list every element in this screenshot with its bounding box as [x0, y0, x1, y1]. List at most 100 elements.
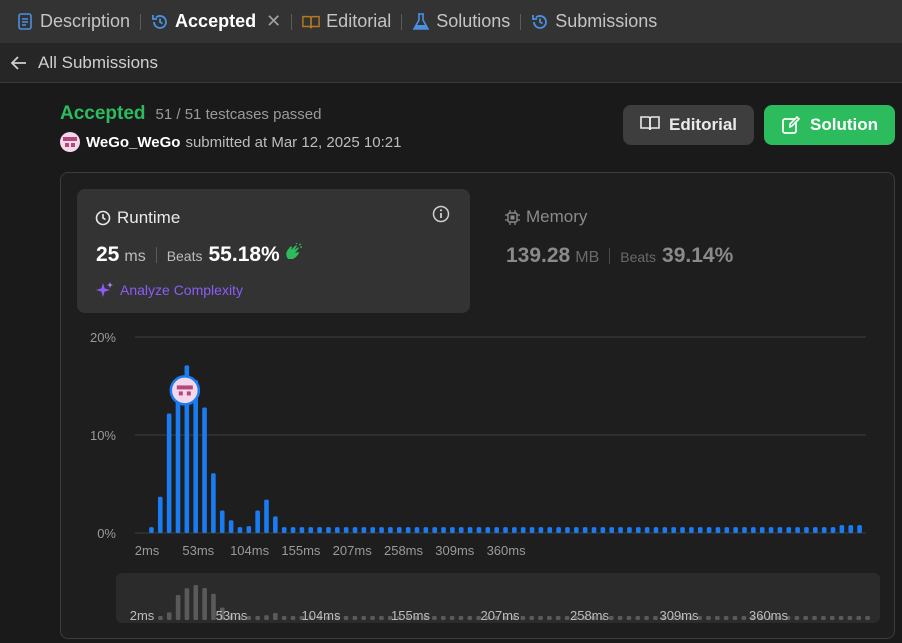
testcases-passed: 51 / 51 testcases passed	[155, 106, 322, 123]
bar	[777, 527, 783, 533]
history-icon	[531, 13, 549, 31]
bar	[680, 527, 685, 533]
tab-bar: Description Accepted ✕ Editorial Solutio…	[0, 0, 902, 43]
bar	[512, 527, 517, 533]
bar	[485, 527, 491, 533]
bar	[574, 527, 579, 533]
bar	[361, 527, 367, 533]
mini-bar	[723, 616, 729, 620]
mini-bar	[370, 616, 375, 620]
bar	[627, 527, 632, 533]
bar	[370, 527, 376, 533]
bar	[414, 527, 420, 533]
tab-label: Accepted	[175, 11, 257, 31]
edit-icon	[781, 115, 801, 135]
tab-editorial[interactable]: Editorial	[296, 0, 397, 43]
mini-bar	[343, 616, 349, 620]
bar	[830, 527, 836, 533]
history-icon	[151, 13, 169, 31]
bar	[317, 527, 322, 533]
bar	[255, 510, 260, 533]
back-row[interactable]: All Submissions	[0, 43, 902, 83]
bar	[786, 527, 792, 533]
marker-circle	[169, 375, 201, 406]
mini-distribution-chart[interactable]: 2ms 53ms 104ms 155ms 207ms 258ms 309ms 360ms	[116, 573, 880, 623]
bar	[653, 527, 659, 533]
bar	[246, 526, 252, 533]
tab-submissions[interactable]: Submissions	[525, 0, 663, 43]
bar	[839, 525, 845, 533]
mini-bar	[158, 616, 163, 620]
mini-bar	[706, 616, 711, 620]
solution-button[interactable]: Solution	[764, 105, 895, 145]
mini-bar	[440, 616, 446, 620]
x-tick-label: 155ms	[281, 543, 321, 558]
bar	[264, 499, 269, 533]
mini-bar	[547, 616, 552, 620]
tab-solutions[interactable]: Solutions	[406, 0, 516, 43]
mini-bar	[166, 612, 172, 620]
bar	[591, 527, 597, 533]
mini-bar	[379, 616, 384, 620]
bar	[520, 527, 526, 533]
mini-bar	[467, 616, 473, 620]
bar	[281, 527, 287, 533]
mini-bar	[617, 616, 623, 620]
bar	[706, 527, 712, 533]
mini-bar	[644, 616, 649, 620]
mini-bar	[847, 616, 853, 620]
bar	[211, 473, 216, 533]
bar	[556, 527, 561, 533]
bar	[467, 527, 473, 533]
bar	[848, 525, 854, 533]
bar	[503, 527, 508, 533]
bar	[582, 527, 588, 533]
document-icon	[16, 13, 34, 31]
bar	[697, 527, 703, 533]
avatar[interactable]	[60, 132, 80, 152]
bar	[759, 527, 765, 533]
tab-accepted[interactable]: Accepted ✕	[145, 0, 287, 43]
bar	[326, 527, 331, 533]
y-tick-label: 10%	[90, 428, 116, 443]
tab-description[interactable]: Description	[10, 0, 136, 43]
tab-label: Editorial	[326, 11, 392, 31]
runtime-distribution-chart[interactable]: 20% 10% 0% 2ms 53ms 104ms 155ms 207ms 258ms 309ms…	[61, 173, 896, 563]
mini-x-tick-label: 309ms	[659, 608, 699, 623]
y-tick-label: 20%	[90, 330, 116, 345]
bar	[857, 525, 862, 533]
editorial-button[interactable]: Editorial	[623, 105, 754, 145]
mini-bar	[449, 616, 455, 620]
all-submissions-link[interactable]: All Submissions	[38, 53, 158, 73]
mini-bar	[290, 616, 296, 620]
bar	[379, 527, 384, 533]
mini-bar	[184, 588, 190, 620]
status-label: Accepted	[60, 103, 146, 124]
bar	[821, 527, 827, 533]
marker-pixel	[186, 391, 191, 396]
bar	[565, 527, 570, 533]
mini-bar	[865, 616, 870, 620]
chart-range-slider[interactable]: 2ms 53ms 104ms 155ms 207ms 258ms 309ms 360ms	[116, 573, 880, 623]
mini-x-tick-label: 207ms	[480, 608, 520, 623]
mini-x-tick-label: 258ms	[570, 608, 610, 623]
bar	[751, 527, 756, 533]
submission-detail: Accepted 51 / 51 testcases passed WeGo_W…	[0, 83, 902, 643]
username-link[interactable]: WeGo_WeGo	[86, 134, 180, 151]
bar	[290, 527, 296, 533]
mini-bar	[555, 616, 561, 620]
mini-bar	[202, 588, 207, 620]
bar	[396, 527, 402, 533]
tab-divider	[291, 13, 293, 30]
bar	[795, 527, 800, 533]
tab-divider	[140, 13, 142, 30]
mini-bar	[741, 616, 747, 620]
bar	[441, 527, 446, 533]
bar	[600, 527, 606, 533]
editorial-button-label: Editorial	[668, 115, 737, 134]
bar	[299, 527, 305, 533]
x-tick-label: 2ms	[135, 543, 160, 558]
close-icon[interactable]: ✕	[266, 11, 281, 32]
bar	[662, 527, 668, 533]
arrow-left-icon[interactable]	[10, 54, 28, 72]
